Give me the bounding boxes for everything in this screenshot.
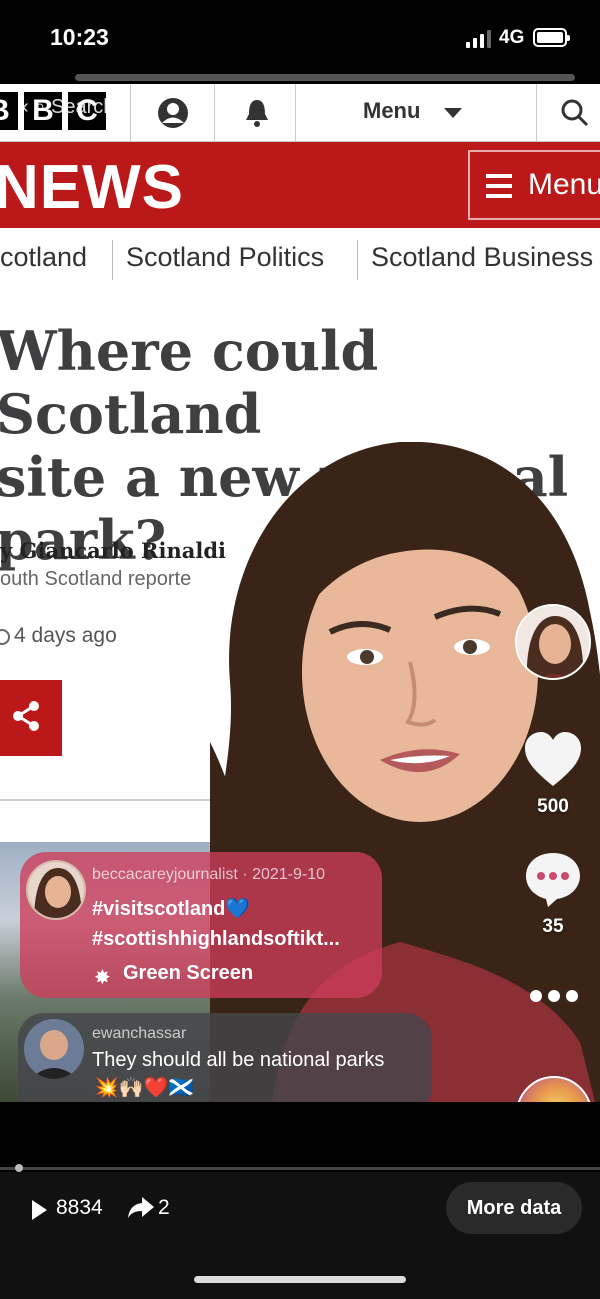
creator-avatar[interactable] xyxy=(515,604,591,680)
hamburger-icon xyxy=(486,174,512,198)
status-bar: 10:23 4G xyxy=(0,0,600,72)
battery-icon xyxy=(533,28,570,47)
search-overlay: ‹ ⌕ Search xyxy=(22,96,115,118)
share-arrow-icon xyxy=(128,1197,154,1218)
more-options-icon[interactable] xyxy=(530,990,578,1004)
bbc-nav-row: cotland Scotland Politics Scotland Busin… xyxy=(0,232,600,288)
stats-bar: 8834 2 More data xyxy=(0,1172,600,1299)
video-info-card: beccacareyjournalist · 2021-9-10 #visits… xyxy=(20,852,382,998)
account-icon xyxy=(158,98,188,128)
article-date: 4 days ago xyxy=(14,624,117,647)
video-scrub-bar[interactable] xyxy=(0,1167,600,1170)
reporter-title: outh Scotland reporte xyxy=(0,568,192,590)
bbc-header: B B C ‹ ⌕ Search Menu xyxy=(0,84,600,142)
commenter-avatar xyxy=(24,1019,84,1079)
play-count: 8834 xyxy=(56,1196,103,1219)
effect-sparkle-icon: ✸ xyxy=(94,967,111,989)
network-label: 4G xyxy=(499,27,525,48)
article-byline: y Giancarlo Rinaldi xyxy=(0,538,226,563)
nav-item-scotland-politics: Scotland Politics xyxy=(126,242,325,272)
video-player[interactable]: B B C ‹ ⌕ Search Menu NEWS Menu cotland … xyxy=(0,72,600,1102)
hashtag-scottishhighlands[interactable]: #scottishhighlandsoftikt... xyxy=(92,928,340,951)
news-menu-button: Menu xyxy=(468,150,600,220)
news-menu-label: Menu xyxy=(528,168,600,201)
clock-icon xyxy=(0,629,10,645)
home-indicator[interactable] xyxy=(194,1276,406,1283)
status-time: 10:23 xyxy=(50,24,109,50)
headline-line-1: Where could Scotland xyxy=(0,319,379,446)
scrub-handle[interactable] xyxy=(15,1164,23,1172)
card-meta: beccacareyjournalist · 2021-9-10 xyxy=(92,866,326,883)
signal-icon xyxy=(466,30,492,48)
card-avatar xyxy=(26,860,86,920)
nav-item-scotland-business: Scotland Business xyxy=(371,242,594,272)
more-data-button[interactable]: More data xyxy=(446,1182,582,1234)
comment-text: They should all be national parks xyxy=(92,1049,385,1071)
share-count: 2 xyxy=(158,1196,170,1219)
news-banner: NEWS Menu xyxy=(0,142,600,228)
play-count-icon xyxy=(32,1200,47,1220)
effect-label[interactable]: Green Screen xyxy=(123,962,253,985)
commenter-username: ewanchassar xyxy=(92,1025,187,1042)
like-count: 500 xyxy=(537,796,569,817)
browser-progress xyxy=(0,72,600,84)
comment-bubble-icon[interactable] xyxy=(524,851,582,909)
like-heart-icon[interactable] xyxy=(523,732,583,788)
nav-item-scotland: cotland xyxy=(0,242,88,272)
comment-emojis: 💥🙌🏻❤️🏴󠁧󠁢󠁳󠁣󠁴󠁿 xyxy=(94,1077,194,1099)
hashtag-visitscotland[interactable]: #visitscotland💙 xyxy=(92,896,250,921)
chevron-down-icon xyxy=(444,108,462,118)
comment-count: 35 xyxy=(542,916,564,937)
bbc-logo-b1: B xyxy=(0,92,18,130)
share-nodes-icon xyxy=(13,701,39,731)
notification-bell-icon xyxy=(246,100,268,127)
search-icon xyxy=(561,99,589,127)
bbc-menu-label: Menu xyxy=(363,98,421,123)
article-share-button xyxy=(0,680,62,756)
news-title: NEWS xyxy=(0,153,184,222)
page-divider xyxy=(0,799,240,801)
comment-bubble: ewanchassar They should all be national … xyxy=(18,1013,432,1102)
